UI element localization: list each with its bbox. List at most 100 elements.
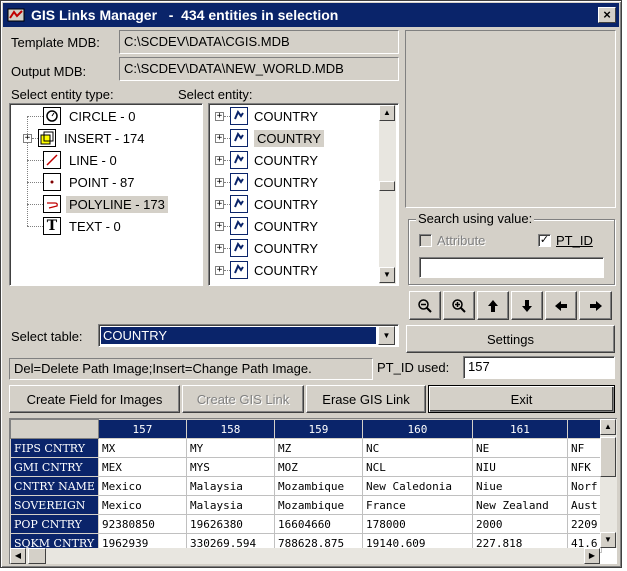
grid-cell[interactable]: Aust — [566, 495, 602, 515]
grid-cell[interactable]: 16604660 — [273, 514, 363, 534]
entity-list-item[interactable]: + COUNTRY — [209, 215, 318, 237]
scroll-up-icon[interactable]: ▲ — [600, 419, 616, 435]
scroll-right-icon[interactable]: ▶ — [584, 548, 600, 564]
expand-icon[interactable]: + — [215, 221, 224, 231]
entity-list-item[interactable]: + COUNTRY — [209, 237, 318, 259]
tree-item-polyline[interactable]: POLYLINE - 173 — [10, 193, 168, 215]
expand-icon[interactable]: + — [215, 243, 224, 253]
scroll-thumb[interactable] — [379, 181, 395, 191]
entity-list-item[interactable]: + COUNTRY — [209, 171, 318, 193]
grid-row-header[interactable]: GMI CNTRY — [10, 457, 99, 477]
expand-icon[interactable]: + — [23, 133, 32, 143]
entity-list-item[interactable]: + COUNTRY — [209, 105, 318, 127]
tree-item-circle[interactable]: CIRCLE - 0 — [10, 105, 135, 127]
grid-cell[interactable]: 2000 — [471, 514, 568, 534]
expand-icon[interactable]: + — [215, 111, 224, 121]
expand-icon[interactable]: + — [215, 155, 224, 165]
entity-list-item[interactable]: + COUNTRY — [209, 127, 325, 149]
zoom-out-button[interactable] — [409, 291, 441, 320]
zoom-in-button[interactable] — [443, 291, 475, 320]
grid-column-header[interactable]: 158 — [185, 419, 275, 439]
grid-cell[interactable]: MZ — [273, 438, 363, 458]
scroll-up-icon[interactable]: ▲ — [379, 105, 395, 121]
grid-cell[interactable]: NIU — [471, 457, 568, 477]
move-up-button[interactable] — [477, 291, 509, 320]
grid-column-header[interactable]: 157 — [97, 419, 187, 439]
expand-icon[interactable]: + — [215, 199, 224, 209]
grid-column-header[interactable]: 160 — [361, 419, 473, 439]
grid-row[interactable]: CNTRY NAME Mexico Malaysia Mozambique New Ca… — [10, 476, 602, 496]
grid-cell[interactable]: Niue — [471, 476, 568, 496]
grid-cell[interactable]: Mozambique — [273, 476, 363, 496]
grid-cell[interactable]: New Caledonia — [361, 476, 473, 496]
grid-cell[interactable]: NE — [471, 438, 568, 458]
grid-cell[interactable]: Malaysia — [185, 495, 275, 515]
grid-cell[interactable]: Mexico — [97, 476, 187, 496]
grid-row-header[interactable]: FIPS CNTRY — [10, 438, 99, 458]
grid-cell[interactable]: 178000 — [361, 514, 473, 534]
entity-list-item[interactable]: + COUNTRY — [209, 259, 318, 281]
scroll-down-icon[interactable]: ▼ — [379, 267, 395, 283]
entity-tree[interactable]: + COUNTRY + COUNTRY + COUNTRY + COUNTRY + COUNTRY… — [208, 103, 399, 286]
expand-icon[interactable]: + — [215, 265, 224, 275]
entity-scrollbar[interactable]: ▲ ▼ — [379, 105, 396, 284]
move-down-button[interactable] — [511, 291, 543, 320]
entity-list-item[interactable]: + COUNTRY — [209, 193, 318, 215]
grid-row[interactable]: FIPS CNTRY MX MY MZ NC NE NF — [10, 438, 602, 458]
grid-cell[interactable]: NFK — [566, 457, 602, 477]
grid-cell[interactable]: New Zealand — [471, 495, 568, 515]
entity-list-item[interactable]: + COUNTRY — [209, 149, 318, 171]
move-right-button[interactable] — [579, 291, 612, 320]
settings-button[interactable]: Settings — [406, 325, 615, 353]
entity-type-tree[interactable]: CIRCLE - 0 + INSERT - 174 LINE - 0 POINT… — [9, 103, 203, 286]
grid-column-header[interactable]: 161 — [471, 419, 568, 439]
grid-cell[interactable]: 19626380 — [185, 514, 275, 534]
scroll-left-icon[interactable]: ◀ — [10, 548, 26, 564]
grid-cell[interactable]: MYS — [185, 457, 275, 477]
grid-cell[interactable]: 92380850 — [97, 514, 187, 534]
grid-column-header[interactable]: 159 — [273, 419, 363, 439]
grid-row-header[interactable]: SOVEREIGN — [10, 495, 99, 515]
grid-row[interactable]: GMI CNTRY MEX MYS MOZ NCL NIU NFK — [10, 457, 602, 477]
grid-cell[interactable]: MEX — [97, 457, 187, 477]
search-value-input[interactable] — [419, 257, 604, 278]
grid-cell[interactable]: Mozambique — [273, 495, 363, 515]
pt-id-used-field[interactable]: 157 — [463, 356, 615, 379]
attribute-grid[interactable]: 157 158 159 160 161 FIPS CNTRY MX MY MZ NC NE NF GMI… — [9, 418, 617, 564]
grid-cell[interactable]: Mexico — [97, 495, 187, 515]
pt-id-check-box[interactable]: ✓ — [538, 234, 551, 247]
tree-item-insert[interactable]: + INSERT - 174 — [10, 127, 144, 149]
create-gis-link-button[interactable]: Create GIS Link — [182, 385, 304, 413]
expand-icon[interactable]: + — [215, 177, 224, 187]
exit-button[interactable]: Exit — [428, 385, 615, 413]
grid-column-header[interactable] — [566, 419, 602, 439]
grid-horizontal-scrollbar[interactable]: ◀ ▶ — [10, 548, 600, 564]
grid-row[interactable]: SOVEREIGN Mexico Malaysia Mozambique France N… — [10, 495, 602, 515]
grid-row-header[interactable]: CNTRY NAME — [10, 476, 99, 496]
scroll-down-icon[interactable]: ▼ — [600, 532, 616, 548]
grid-row-header[interactable]: POP CNTRY — [10, 514, 99, 534]
grid-cell[interactable]: Norf — [566, 476, 602, 496]
attribute-checkbox[interactable]: Attribute — [419, 233, 485, 248]
grid-cell[interactable]: 2209 — [566, 514, 602, 534]
grid-cell[interactable]: NCL — [361, 457, 473, 477]
tree-item-line[interactable]: LINE - 0 — [10, 149, 117, 171]
grid-cell[interactable]: MX — [97, 438, 187, 458]
grid-cell[interactable]: NF — [566, 438, 602, 458]
scroll-thumb[interactable] — [28, 548, 46, 564]
chevron-down-icon[interactable]: ▼ — [378, 326, 395, 345]
move-left-button[interactable] — [545, 291, 577, 320]
grid-cell[interactable]: MY — [185, 438, 275, 458]
tree-item-text[interactable]: T TEXT - 0 — [10, 215, 121, 237]
grid-cell[interactable]: Malaysia — [185, 476, 275, 496]
scroll-thumb[interactable] — [600, 437, 616, 477]
grid-vertical-scrollbar[interactable]: ▲ ▼ — [600, 419, 617, 548]
grid-cell[interactable]: MOZ — [273, 457, 363, 477]
select-table-dropdown[interactable]: COUNTRY ▼ — [98, 324, 399, 347]
grid-cell[interactable]: France — [361, 495, 473, 515]
create-field-button[interactable]: Create Field for Images — [9, 385, 180, 413]
attribute-check-box[interactable] — [419, 234, 432, 247]
grid-cell[interactable]: NC — [361, 438, 473, 458]
close-button[interactable]: × — [598, 7, 616, 23]
pt-id-checkbox[interactable]: ✓ PT_ID — [538, 233, 593, 248]
